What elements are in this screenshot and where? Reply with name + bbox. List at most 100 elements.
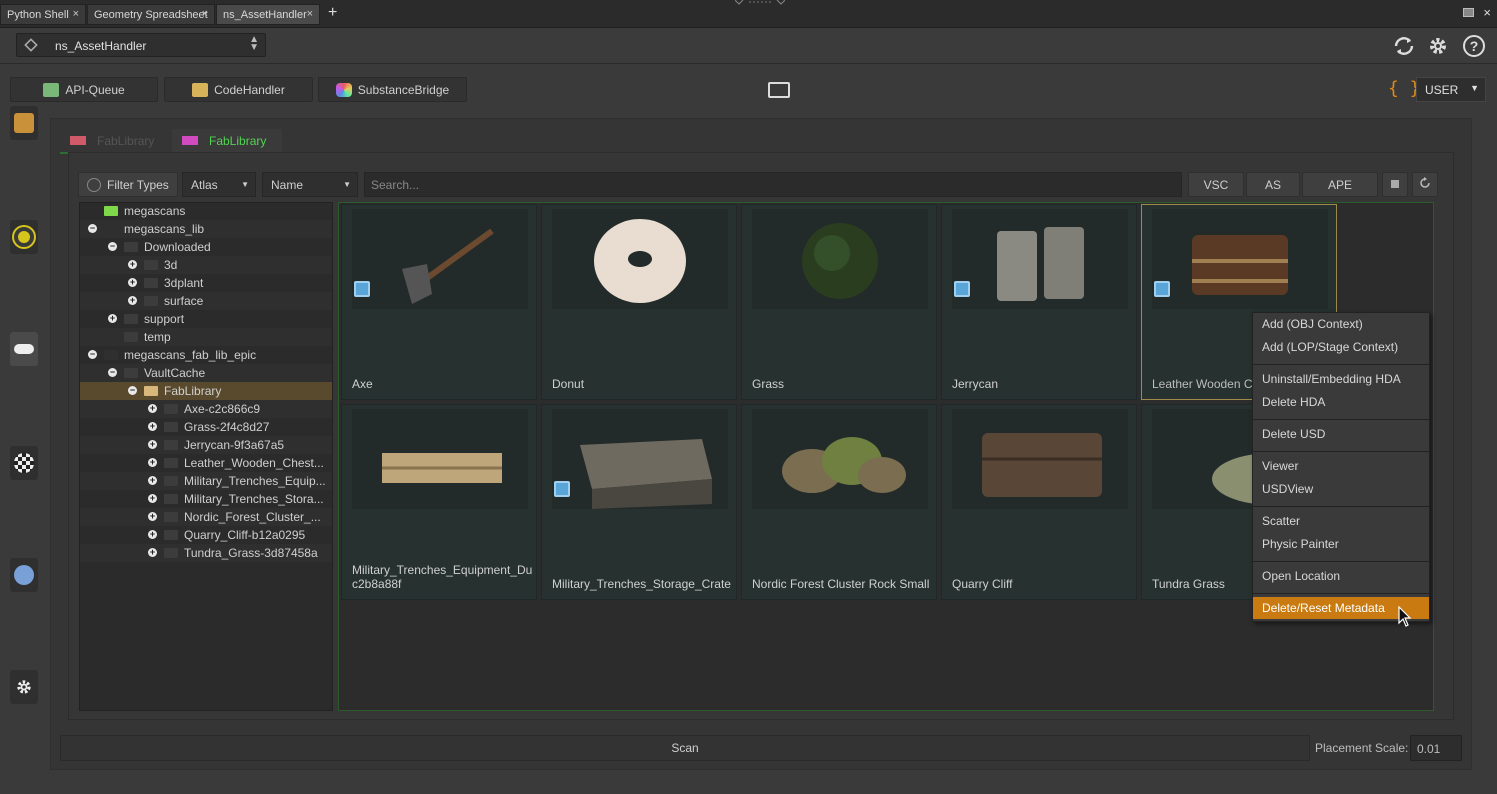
close-icon[interactable]: ×	[202, 8, 208, 20]
help-icon[interactable]: ?	[1462, 34, 1486, 58]
expand-icon[interactable]: +	[128, 296, 137, 305]
as-button[interactable]: AS	[1246, 172, 1300, 197]
tree-item[interactable]: − VaultCache	[80, 364, 332, 382]
context-menu-item[interactable]: Viewer	[1253, 455, 1429, 477]
context-menu-item[interactable]: Add (OBJ Context)	[1253, 313, 1429, 335]
substancebridge-button[interactable]: SubstanceBridge	[318, 77, 467, 102]
collapse-icon[interactable]: −	[108, 368, 117, 377]
settings-gear-icon[interactable]	[10, 670, 38, 704]
expand-icon[interactable]: +	[148, 458, 157, 467]
asset-card[interactable]: Grass	[741, 204, 937, 400]
tree-item[interactable]: − FabLibrary	[80, 382, 332, 400]
collapse-icon[interactable]: −	[88, 350, 97, 359]
tree-item[interactable]: + Military_Trenches_Equip...	[80, 472, 332, 490]
menu-separator	[1253, 451, 1429, 452]
tree-item[interactable]: + Grass-2f4c8d27	[80, 418, 332, 436]
tab-python-shell[interactable]: Python Shell ×	[0, 4, 86, 25]
expand-icon[interactable]: +	[148, 548, 157, 557]
tree-item[interactable]: − megascans_fab_lib_epic	[80, 346, 332, 364]
tree-item[interactable]: + Tundra_Grass-3d87458a	[80, 544, 332, 562]
maximize-pane-icon[interactable]	[1463, 8, 1474, 17]
name-select-value: Name	[271, 178, 304, 192]
asset-name: Military_Trenches_Storage_Crate	[552, 577, 731, 591]
expand-icon[interactable]: +	[148, 530, 157, 539]
tree-item[interactable]: megascans	[80, 203, 332, 220]
tree-item[interactable]: − Downloaded	[80, 238, 332, 256]
atlas-select[interactable]: Atlas ▼	[182, 172, 256, 197]
gear-icon[interactable]	[1426, 34, 1450, 58]
tree-item[interactable]: +3d	[80, 256, 332, 274]
checker-tool-icon[interactable]	[10, 446, 38, 480]
context-menu-item[interactable]: Uninstall/Embedding HDA	[1253, 368, 1429, 390]
context-menu-item[interactable]: Open Location	[1253, 565, 1429, 587]
tree-item[interactable]: + Axe-c2c866c9	[80, 400, 332, 418]
tree-item[interactable]: + support	[80, 310, 332, 328]
scan-button[interactable]: Scan	[60, 735, 1310, 761]
expand-icon[interactable]: +	[148, 512, 157, 521]
collapse-icon[interactable]: −	[128, 386, 137, 395]
tab-label: ns_AssetHandler	[223, 9, 307, 21]
expand-icon[interactable]: +	[148, 404, 157, 413]
tree-item[interactable]: + Military_Trenches_Stora...	[80, 490, 332, 508]
folder-icon	[144, 386, 158, 396]
tree-item[interactable]: + Nordic_Forest_Cluster_...	[80, 508, 332, 526]
context-menu-item[interactable]: USDView	[1253, 478, 1429, 500]
expand-icon[interactable]: +	[128, 260, 137, 269]
api-queue-button[interactable]: API-Queue	[10, 77, 158, 102]
asset-card[interactable]: Nordic Forest Cluster Rock Small	[741, 404, 937, 600]
context-menu-item[interactable]: Physic Painter	[1253, 533, 1429, 555]
blob-tool-icon[interactable]	[10, 558, 38, 592]
asset-card[interactable]: Donut	[541, 204, 737, 400]
codehandler-button[interactable]: CodeHandler	[164, 77, 313, 102]
folder-icon	[164, 530, 178, 540]
expand-icon[interactable]: +	[148, 494, 157, 503]
context-menu-item[interactable]: Delete HDA	[1253, 391, 1429, 413]
expand-icon[interactable]: +	[108, 314, 117, 323]
tree-item[interactable]: +3dplant	[80, 274, 332, 292]
tree-item[interactable]: + surface	[80, 292, 332, 310]
tree-item[interactable]: + Quarry_Cliff-b12a0295	[80, 526, 332, 544]
tab-geometry-spreadsheet[interactable]: Geometry Spreadsheet ×	[87, 4, 215, 25]
close-icon[interactable]: ×	[307, 8, 313, 20]
context-menu-item[interactable]: Delete USD	[1253, 423, 1429, 445]
tree-item[interactable]: − megascans_lib	[80, 220, 332, 238]
asset-card[interactable]: Military_Trenches_Storage_Crate	[541, 404, 737, 600]
expand-icon[interactable]: +	[148, 440, 157, 449]
tab-ns-assethandler[interactable]: ns_AssetHandler ×	[216, 4, 320, 25]
collapse-icon[interactable]: −	[88, 224, 97, 233]
vsc-button[interactable]: VSC	[1188, 172, 1244, 197]
context-menu-item[interactable]: Scatter	[1253, 510, 1429, 532]
asset-card[interactable]: Military_Trenches_Equipment_Du c2b8a88f	[341, 404, 537, 600]
filter-types-button[interactable]: Filter Types	[78, 172, 178, 197]
ape-button[interactable]: APE	[1302, 172, 1378, 197]
sync-icon[interactable]	[1392, 34, 1416, 58]
expand-icon[interactable]: +	[128, 278, 137, 287]
add-tab-button[interactable]: +	[328, 4, 337, 22]
asset-card[interactable]: Axe	[341, 204, 537, 400]
expand-icon[interactable]: +	[148, 476, 157, 485]
asset-card[interactable]: Quarry Cliff	[941, 404, 1137, 600]
close-icon[interactable]: ×	[73, 8, 79, 20]
asset-card[interactable]: Jerrycan	[941, 204, 1137, 400]
asset-box-icon[interactable]	[10, 106, 38, 140]
tree-item[interactable]: temp	[80, 328, 332, 346]
sphere-tool-icon[interactable]	[10, 220, 38, 254]
tree-item[interactable]: + Leather_Wooden_Chest...	[80, 454, 332, 472]
placement-scale-input[interactable]: 0.01	[1410, 735, 1462, 761]
expand-icon[interactable]: +	[148, 422, 157, 431]
user-dropdown[interactable]: USER ▼	[1416, 77, 1486, 102]
tree-item[interactable]: + Jerrycan-9f3a67a5	[80, 436, 332, 454]
panel-tab-fablibrary-2[interactable]: FabLibrary	[172, 129, 282, 154]
close-pane-icon[interactable]: ×	[1483, 5, 1491, 20]
name-select[interactable]: Name ▼	[262, 172, 358, 197]
context-menu-item[interactable]: Add (LOP/Stage Context)	[1253, 336, 1429, 358]
radio-icon	[87, 178, 101, 192]
panel-tab-fablibrary-1[interactable]: FabLibrary	[60, 129, 170, 154]
stop-icon[interactable]	[1382, 172, 1408, 197]
pane-grabber[interactable]	[734, 0, 786, 5]
collapse-icon[interactable]: −	[108, 242, 117, 251]
sap-tool-icon[interactable]	[10, 332, 38, 366]
search-input[interactable]: Search...	[364, 172, 1182, 197]
path-combo[interactable]: ns_AssetHandler ▲ ▼	[16, 33, 266, 57]
refresh-icon[interactable]	[1412, 172, 1438, 197]
